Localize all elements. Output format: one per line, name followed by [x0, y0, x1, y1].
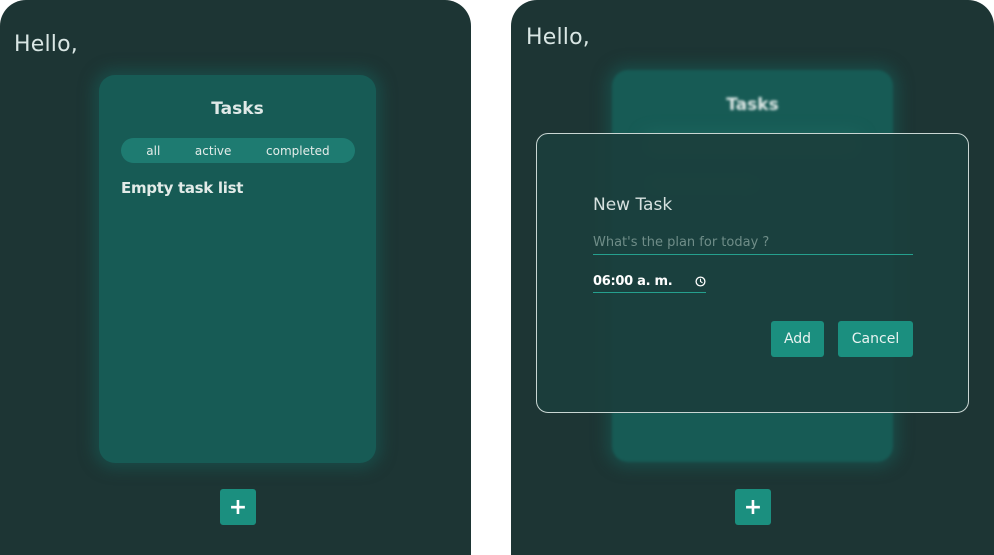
empty-task-message: Empty task list: [121, 179, 244, 197]
filter-all[interactable]: all: [146, 144, 160, 158]
add-button[interactable]: Add: [771, 321, 824, 357]
filter-bar: all active completed: [121, 138, 355, 163]
time-picker[interactable]: 06:00 a. m.: [593, 270, 706, 293]
plus-icon: +: [743, 494, 763, 520]
greeting: Hello,: [14, 32, 78, 57]
plus-icon: +: [228, 494, 248, 520]
time-value: 06:00 a. m.: [593, 273, 673, 289]
clock-icon[interactable]: [695, 275, 706, 287]
add-task-button[interactable]: +: [735, 489, 771, 525]
filter-active[interactable]: active: [195, 144, 231, 158]
screen-new-task: Hello, Tasks + New Task 06:00 a. m. Add …: [511, 0, 994, 555]
tasks-card: Tasks all active completed Empty task li…: [99, 75, 376, 463]
task-description-input[interactable]: [593, 231, 913, 255]
dialog-title: New Task: [593, 195, 673, 215]
greeting: Hello,: [526, 25, 590, 50]
filter-completed[interactable]: completed: [266, 144, 330, 158]
add-task-button[interactable]: +: [220, 489, 256, 525]
cancel-button[interactable]: Cancel: [838, 321, 913, 357]
screen-task-list: Hello, Tasks all active completed Empty …: [0, 0, 471, 555]
card-title: Tasks: [726, 95, 779, 115]
new-task-dialog: New Task 06:00 a. m. Add Cancel: [536, 133, 969, 413]
card-title: Tasks: [211, 99, 264, 119]
